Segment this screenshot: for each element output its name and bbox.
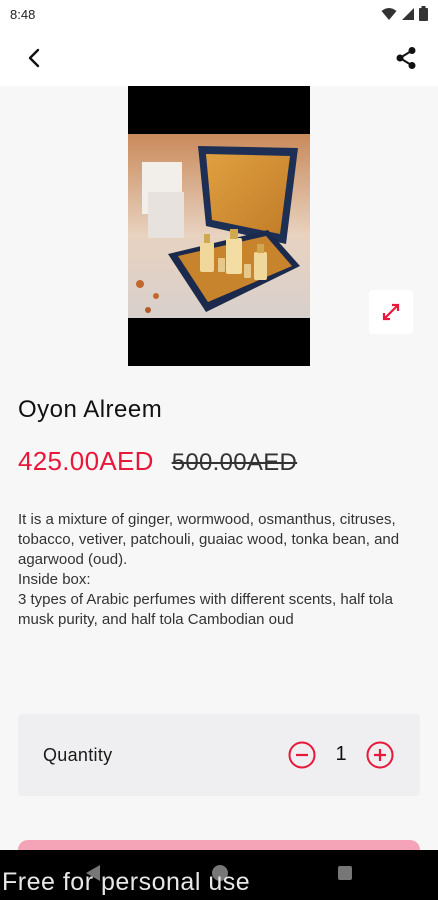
share-button[interactable] bbox=[390, 42, 422, 74]
status-bar: 8:48 bbox=[0, 0, 438, 30]
product-image bbox=[128, 134, 310, 318]
chevron-left-icon bbox=[28, 48, 40, 68]
share-icon bbox=[396, 47, 416, 69]
product-image-frame[interactable] bbox=[128, 86, 310, 366]
expand-image-button[interactable] bbox=[369, 290, 413, 334]
product-gallery[interactable] bbox=[0, 86, 438, 368]
minus-circle-icon bbox=[288, 741, 316, 769]
battery-icon bbox=[419, 6, 428, 21]
wifi-icon bbox=[381, 7, 397, 20]
plus-circle-icon bbox=[366, 741, 394, 769]
watermark-text: Free for personal use bbox=[2, 868, 251, 896]
back-button[interactable] bbox=[18, 42, 50, 74]
quantity-selector: Quantity 1 bbox=[18, 714, 420, 796]
app-bar bbox=[0, 30, 438, 86]
quantity-value: 1 bbox=[335, 743, 347, 765]
signal-icon bbox=[402, 7, 414, 20]
expand-icon bbox=[382, 303, 400, 321]
price-original: 500.00AED bbox=[171, 449, 298, 476]
decrease-quantity-button[interactable] bbox=[288, 741, 316, 769]
quantity-label: Quantity bbox=[43, 745, 113, 765]
product-description: It is a mixture of ginger, wormwood, osm… bbox=[18, 511, 400, 628]
nav-recent-apps-icon[interactable] bbox=[338, 866, 352, 880]
increase-quantity-button[interactable] bbox=[366, 741, 394, 769]
product-name: Oyon Alreem bbox=[18, 396, 163, 423]
status-time: 8:48 bbox=[10, 7, 36, 22]
price-current: 425.00AED bbox=[18, 446, 154, 476]
status-icons bbox=[381, 6, 428, 21]
price-row: 425.00AED 500.00AED bbox=[18, 446, 297, 477]
